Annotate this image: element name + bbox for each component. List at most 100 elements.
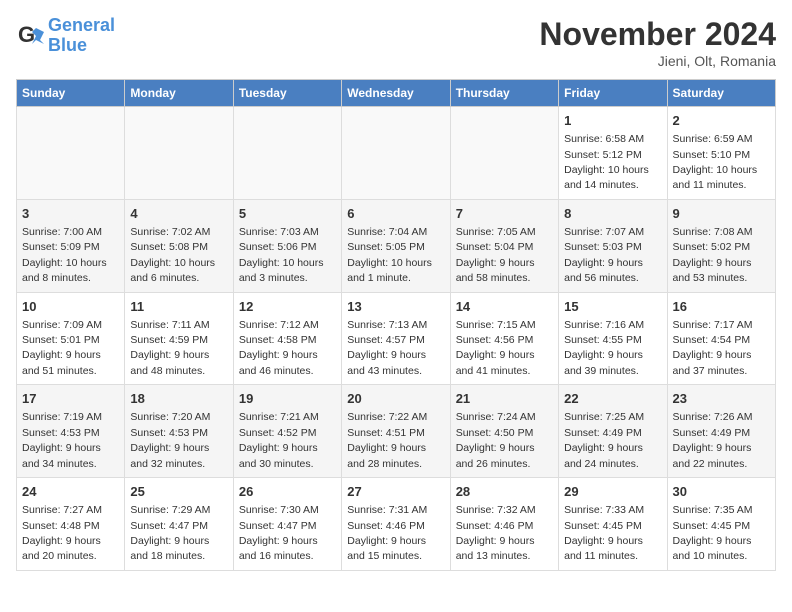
day-number: 3 (22, 205, 119, 223)
calendar-day-cell: 9Sunrise: 7:08 AM Sunset: 5:02 PM Daylig… (667, 199, 775, 292)
day-number: 15 (564, 298, 661, 316)
day-info: Sunrise: 6:58 AM Sunset: 5:12 PM Dayligh… (564, 133, 649, 191)
day-info: Sunrise: 7:32 AM Sunset: 4:46 PM Dayligh… (456, 504, 536, 562)
calendar-table: SundayMondayTuesdayWednesdayThursdayFrid… (16, 79, 776, 571)
calendar-day-cell: 20 Sunrise: 7:22 AM Sunset: 4:51 PM Dayli… (342, 385, 450, 478)
calendar-day-cell: 21 Sunrise: 7:24 AM Sunset: 4:50 PM Dayli… (450, 385, 558, 478)
calendar-day-cell: 11 Sunrise: 7:11 AM Sunset: 4:59 PM Dayli… (125, 292, 233, 385)
day-info: Sunrise: 7:05 AM Sunset: 5:04 PM Dayligh… (456, 226, 536, 284)
day-number: 4 (130, 205, 227, 223)
day-number: 19 (239, 390, 336, 408)
day-info: Sunrise: 7:24 AM Sunset: 4:50 PM Dayligh… (456, 411, 536, 469)
day-info: Sunrise: 7:00 AM Sunset: 5:09 PM Dayligh… (22, 226, 107, 284)
calendar-day-cell: 26 Sunrise: 7:30 AM Sunset: 4:47 PM Dayli… (233, 478, 341, 571)
day-info: Sunrise: 7:21 AM Sunset: 4:52 PM Dayligh… (239, 411, 319, 469)
calendar-day-cell: 27 Sunrise: 7:31 AM Sunset: 4:46 PM Dayli… (342, 478, 450, 571)
calendar-day-cell (342, 107, 450, 200)
day-number: 26 (239, 483, 336, 501)
day-info: Sunrise: 7:17 AM Sunset: 4:54 PM Dayligh… (673, 319, 753, 377)
calendar-day-cell: 1 Sunrise: 6:58 AM Sunset: 5:12 PM Daylig… (559, 107, 667, 200)
day-info: Sunrise: 7:08 AM Sunset: 5:02 PM Dayligh… (673, 226, 753, 284)
day-info: Sunrise: 6:59 AM Sunset: 5:10 PM Dayligh… (673, 133, 758, 191)
location: Jieni, Olt, Romania (539, 53, 776, 69)
weekday-header-cell: Wednesday (342, 80, 450, 107)
day-number: 10 (22, 298, 119, 316)
day-info: Sunrise: 7:07 AM Sunset: 5:03 PM Dayligh… (564, 226, 644, 284)
day-number: 7 (456, 205, 553, 223)
day-number: 20 (347, 390, 444, 408)
day-info: Sunrise: 7:30 AM Sunset: 4:47 PM Dayligh… (239, 504, 319, 562)
weekday-header-cell: Saturday (667, 80, 775, 107)
day-info: Sunrise: 7:35 AM Sunset: 4:45 PM Dayligh… (673, 504, 753, 562)
weekday-header-cell: Thursday (450, 80, 558, 107)
day-number: 5 (239, 205, 336, 223)
weekday-header-row: SundayMondayTuesdayWednesdayThursdayFrid… (17, 80, 776, 107)
calendar-day-cell: 23 Sunrise: 7:26 AM Sunset: 4:49 PM Dayli… (667, 385, 775, 478)
weekday-header-cell: Tuesday (233, 80, 341, 107)
day-number: 29 (564, 483, 661, 501)
day-info: Sunrise: 7:26 AM Sunset: 4:49 PM Dayligh… (673, 411, 753, 469)
calendar-week-row: 3 Sunrise: 7:00 AM Sunset: 5:09 PM Daylig… (17, 199, 776, 292)
day-number: 23 (673, 390, 770, 408)
day-info: Sunrise: 7:09 AM Sunset: 5:01 PM Dayligh… (22, 319, 102, 377)
calendar-day-cell: 14Sunrise: 7:15 AM Sunset: 4:56 PM Dayli… (450, 292, 558, 385)
day-info: Sunrise: 7:03 AM Sunset: 5:06 PM Dayligh… (239, 226, 324, 284)
day-number: 28 (456, 483, 553, 501)
calendar-day-cell: 18 Sunrise: 7:20 AM Sunset: 4:53 PM Dayli… (125, 385, 233, 478)
calendar-day-cell: 30 Sunrise: 7:35 AM Sunset: 4:45 PM Dayli… (667, 478, 775, 571)
weekday-header-cell: Sunday (17, 80, 125, 107)
day-number: 8 (564, 205, 661, 223)
calendar-day-cell: 17Sunrise: 7:19 AM Sunset: 4:53 PM Dayli… (17, 385, 125, 478)
logo-text: General Blue (48, 16, 115, 56)
calendar-day-cell: 8 Sunrise: 7:07 AM Sunset: 5:03 PM Daylig… (559, 199, 667, 292)
calendar-week-row: 24Sunrise: 7:27 AM Sunset: 4:48 PM Dayli… (17, 478, 776, 571)
calendar-day-cell: 6Sunrise: 7:04 AM Sunset: 5:05 PM Daylig… (342, 199, 450, 292)
calendar-day-cell: 29Sunrise: 7:33 AM Sunset: 4:45 PM Dayli… (559, 478, 667, 571)
day-number: 22 (564, 390, 661, 408)
calendar-day-cell: 4 Sunrise: 7:02 AM Sunset: 5:08 PM Daylig… (125, 199, 233, 292)
day-number: 1 (564, 112, 661, 130)
day-number: 24 (22, 483, 119, 501)
calendar-day-cell: 28 Sunrise: 7:32 AM Sunset: 4:46 PM Dayli… (450, 478, 558, 571)
day-info: Sunrise: 7:19 AM Sunset: 4:53 PM Dayligh… (22, 411, 102, 469)
calendar-day-cell: 13Sunrise: 7:13 AM Sunset: 4:57 PM Dayli… (342, 292, 450, 385)
day-info: Sunrise: 7:13 AM Sunset: 4:57 PM Dayligh… (347, 319, 427, 377)
calendar-day-cell: 16Sunrise: 7:17 AM Sunset: 4:54 PM Dayli… (667, 292, 775, 385)
day-number: 30 (673, 483, 770, 501)
day-info: Sunrise: 7:31 AM Sunset: 4:46 PM Dayligh… (347, 504, 427, 562)
weekday-header-cell: Monday (125, 80, 233, 107)
day-info: Sunrise: 7:16 AM Sunset: 4:55 PM Dayligh… (564, 319, 644, 377)
day-number: 12 (239, 298, 336, 316)
day-info: Sunrise: 7:02 AM Sunset: 5:08 PM Dayligh… (130, 226, 215, 284)
day-number: 18 (130, 390, 227, 408)
calendar-day-cell (125, 107, 233, 200)
page-header: G General Blue November 2024 Jieni, Olt,… (16, 16, 776, 69)
calendar-week-row: 10 Sunrise: 7:09 AM Sunset: 5:01 PM Dayli… (17, 292, 776, 385)
weekday-header-cell: Friday (559, 80, 667, 107)
calendar-body: 1 Sunrise: 6:58 AM Sunset: 5:12 PM Daylig… (17, 107, 776, 571)
logo-line1: General (48, 15, 115, 35)
calendar-day-cell: 12 Sunrise: 7:12 AM Sunset: 4:58 PM Dayli… (233, 292, 341, 385)
calendar-day-cell: 19 Sunrise: 7:21 AM Sunset: 4:52 PM Dayli… (233, 385, 341, 478)
logo-icon: G (16, 22, 44, 50)
calendar-day-cell (450, 107, 558, 200)
calendar-week-row: 17Sunrise: 7:19 AM Sunset: 4:53 PM Dayli… (17, 385, 776, 478)
logo-line2: Blue (48, 36, 115, 56)
day-info: Sunrise: 7:29 AM Sunset: 4:47 PM Dayligh… (130, 504, 210, 562)
day-info: Sunrise: 7:20 AM Sunset: 4:53 PM Dayligh… (130, 411, 210, 469)
logo: G General Blue (16, 16, 115, 56)
day-number: 11 (130, 298, 227, 316)
day-number: 21 (456, 390, 553, 408)
day-number: 25 (130, 483, 227, 501)
calendar-day-cell: 3 Sunrise: 7:00 AM Sunset: 5:09 PM Daylig… (17, 199, 125, 292)
day-number: 27 (347, 483, 444, 501)
title-block: November 2024 Jieni, Olt, Romania (539, 16, 776, 69)
calendar-day-cell (17, 107, 125, 200)
day-info: Sunrise: 7:15 AM Sunset: 4:56 PM Dayligh… (456, 319, 536, 377)
day-info: Sunrise: 7:11 AM Sunset: 4:59 PM Dayligh… (130, 319, 209, 377)
day-number: 6 (347, 205, 444, 223)
calendar-day-cell: 10 Sunrise: 7:09 AM Sunset: 5:01 PM Dayli… (17, 292, 125, 385)
day-info: Sunrise: 7:12 AM Sunset: 4:58 PM Dayligh… (239, 319, 319, 377)
calendar-day-cell: 25 Sunrise: 7:29 AM Sunset: 4:47 PM Dayli… (125, 478, 233, 571)
day-info: Sunrise: 7:22 AM Sunset: 4:51 PM Dayligh… (347, 411, 427, 469)
